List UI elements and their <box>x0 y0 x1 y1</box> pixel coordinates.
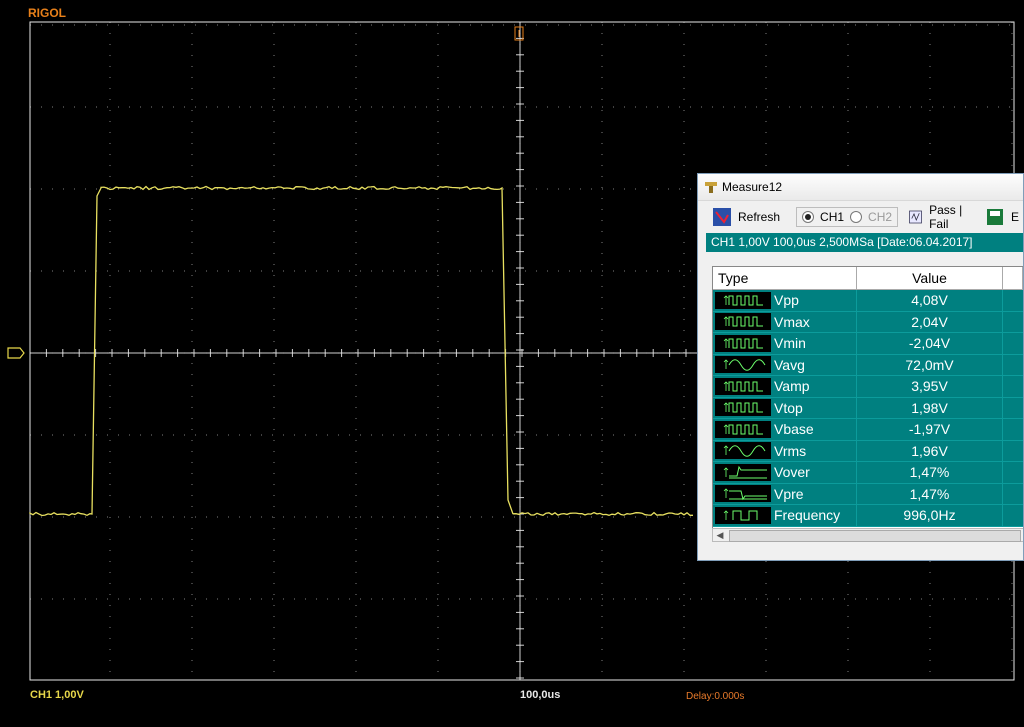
type-cell: Vover <box>713 462 857 483</box>
extra-cell <box>1003 398 1023 419</box>
measurement-value: 1,47% <box>857 462 1003 483</box>
scrollbar-thumb[interactable] <box>729 530 1021 542</box>
type-cell: Vavg <box>713 355 857 376</box>
ch1-radio[interactable] <box>802 211 814 223</box>
type-column-header[interactable]: Type <box>713 267 857 289</box>
table-row[interactable]: Vrms 1,96V <box>713 441 1023 463</box>
square-wave-icon <box>715 421 771 438</box>
table-row[interactable]: Vmin -2,04V <box>713 333 1023 355</box>
measurement-table: Type Value Vpp 4,08V Vmax 2,04V Vmin -2,04V Va… <box>712 266 1023 530</box>
preshoot-icon <box>715 485 771 502</box>
channel-scale-label: CH1 1,00V <box>30 689 84 701</box>
extra-cell <box>1003 290 1023 311</box>
measurement-name: Vtop <box>774 400 803 416</box>
toolbar: Refresh CH1 CH2 Pass | Fail E <box>698 200 1023 233</box>
measurement-value: 1,98V <box>857 398 1003 419</box>
measure-window: Measure12 Refresh CH1 CH2 Pass | Fail E … <box>697 173 1024 561</box>
type-cell: Frequency <box>713 505 857 526</box>
window-title: Measure12 <box>722 180 782 194</box>
ch1-waveform <box>30 187 693 516</box>
ch1-radio-label[interactable]: CH1 <box>820 210 844 224</box>
extra-cell <box>1003 441 1023 462</box>
square-wave-icon <box>715 378 771 395</box>
square-wave-icon <box>715 292 771 309</box>
horizontal-scrollbar[interactable]: ◀ <box>712 528 1023 542</box>
type-cell: Vrms <box>713 441 857 462</box>
table-row[interactable]: Vavg 72,0mV <box>713 355 1023 377</box>
extra-tool-button[interactable]: E <box>981 205 1023 229</box>
delay-label: Delay:0.000s <box>686 691 744 702</box>
pass-fail-button[interactable]: Pass | Fail <box>904 201 975 233</box>
measurement-name: Vavg <box>774 357 805 373</box>
measurement-name: Frequency <box>774 507 840 523</box>
table-row[interactable]: Vpre 1,47% <box>713 484 1023 506</box>
table-row[interactable]: Vtop 1,98V <box>713 398 1023 420</box>
extra-cell <box>1003 312 1023 333</box>
table-row[interactable]: Frequency 996,0Hz <box>713 505 1023 527</box>
pass-fail-label: Pass | Fail <box>929 203 971 231</box>
sine-wave-icon <box>715 442 771 459</box>
refresh-icon <box>712 207 732 227</box>
measurement-value: 3,95V <box>857 376 1003 397</box>
measurement-value: 1,47% <box>857 484 1003 505</box>
ch2-radio-label[interactable]: CH2 <box>868 210 892 224</box>
measurement-name: Vrms <box>774 443 806 459</box>
square-wave-icon <box>715 313 771 330</box>
ch2-radio[interactable] <box>850 211 862 223</box>
table-row[interactable]: Vamp 3,95V <box>713 376 1023 398</box>
extra-cell <box>1003 355 1023 376</box>
extra-column-header[interactable] <box>1003 267 1023 289</box>
scroll-left-icon[interactable]: ◀ <box>713 529 727 541</box>
measurement-name: Vmax <box>774 314 810 330</box>
type-cell: Vpre <box>713 484 857 505</box>
type-cell: Vmin <box>713 333 857 354</box>
table-row[interactable]: Vbase -1,97V <box>713 419 1023 441</box>
type-cell: Vpp <box>713 290 857 311</box>
extra-cell <box>1003 376 1023 397</box>
extra-cell <box>1003 484 1023 505</box>
table-row[interactable]: Vover 1,47% <box>713 462 1023 484</box>
acquisition-info: CH1 1,00V 100,0us 2,500MSa [Date:06.04.2… <box>706 233 1023 252</box>
timebase-label: 100,0us <box>520 689 560 701</box>
channel-selector: CH1 CH2 <box>796 207 898 227</box>
table-row[interactable]: Vmax 2,04V <box>713 312 1023 334</box>
measure-window-titlebar[interactable]: Measure12 <box>698 174 1023 200</box>
measurement-name: Vover <box>774 464 810 480</box>
table-header: Type Value <box>713 267 1023 290</box>
measurement-value: 1,96V <box>857 441 1003 462</box>
pass-fail-icon <box>908 207 923 227</box>
measurement-name: Vbase <box>774 421 814 437</box>
type-cell: Vmax <box>713 312 857 333</box>
measurement-value: 996,0Hz <box>857 505 1003 526</box>
measurement-value: -2,04V <box>857 333 1003 354</box>
frequency-icon <box>715 507 771 524</box>
type-cell: Vamp <box>713 376 857 397</box>
measurement-value: 2,04V <box>857 312 1003 333</box>
save-icon <box>985 207 1005 227</box>
extra-tool-label: E <box>1011 210 1019 224</box>
measurement-value: -1,97V <box>857 419 1003 440</box>
table-row[interactable]: Vpp 4,08V <box>713 290 1023 312</box>
square-wave-icon <box>715 399 771 416</box>
extra-cell <box>1003 462 1023 483</box>
type-cell: Vtop <box>713 398 857 419</box>
refresh-button[interactable]: Refresh <box>708 205 784 229</box>
refresh-label: Refresh <box>738 210 780 224</box>
measurement-value: 72,0mV <box>857 355 1003 376</box>
measurement-name: Vmin <box>774 335 806 351</box>
extra-cell <box>1003 419 1023 440</box>
measure-window-icon <box>704 180 718 194</box>
extra-cell <box>1003 333 1023 354</box>
measurement-value: 4,08V <box>857 290 1003 311</box>
overshoot-icon <box>715 464 771 481</box>
ground-marker-icon <box>8 348 24 358</box>
extra-cell <box>1003 505 1023 526</box>
measurement-name: Vamp <box>774 378 810 394</box>
sine-wave-icon <box>715 356 771 373</box>
type-cell: Vbase <box>713 419 857 440</box>
measurement-name: Vpp <box>774 292 799 308</box>
measurement-name: Vpre <box>774 486 804 502</box>
square-wave-icon <box>715 335 771 352</box>
value-column-header[interactable]: Value <box>857 267 1003 289</box>
